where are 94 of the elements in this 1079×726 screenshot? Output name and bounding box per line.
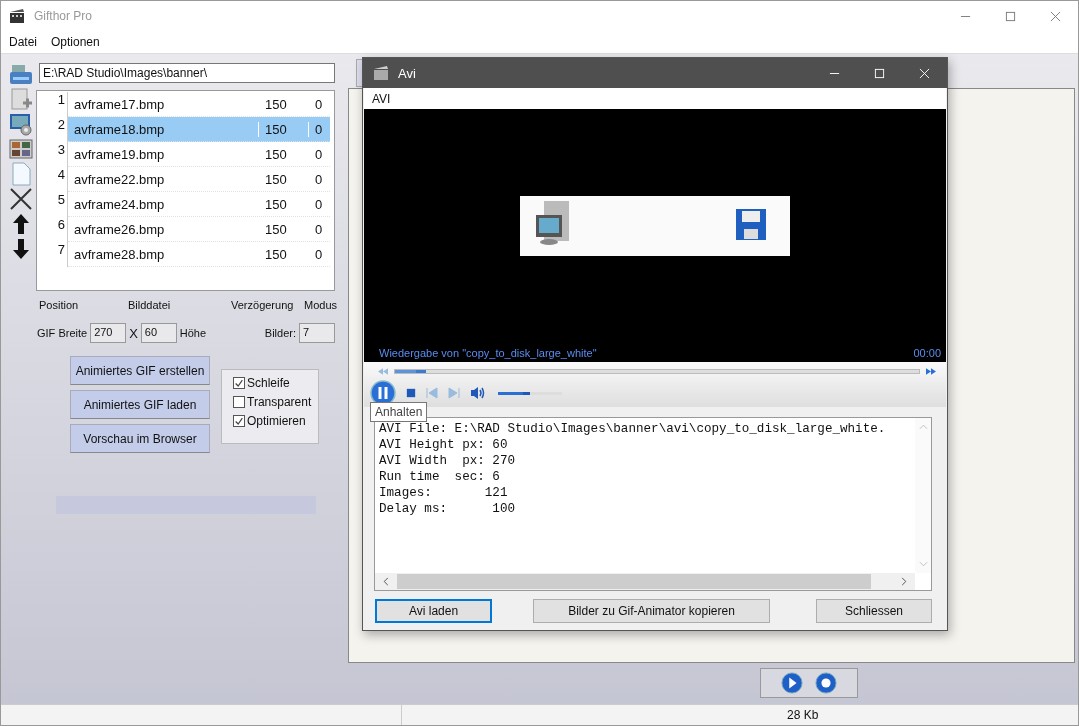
scroll-right-icon[interactable] — [901, 577, 907, 586]
seek-bar[interactable] — [394, 368, 920, 374]
dialog-button[interactable]: Avi laden — [375, 599, 492, 623]
checkbox[interactable] — [233, 396, 245, 408]
play-icon[interactable] — [781, 672, 803, 694]
table-cell-text: avframe17.bmp — [73, 96, 166, 112]
position-number: 6 — [37, 217, 68, 242]
table-cell-text: 150 — [264, 96, 288, 112]
table-cell: 0 — [308, 121, 330, 137]
info-text-area[interactable]: AVI File: E:\RAD Studio\Images\banner\avi\copy_to_disk_large_white. AVI Height px: 60 AVI Width px: 270 Run time sec: 6 Images: 121 Delay ms: 100 — [374, 417, 932, 591]
table-cell-text: avframe26.bmp — [73, 221, 166, 237]
table-cell: 150 — [258, 121, 308, 137]
table-cell-text: 150 — [264, 246, 288, 262]
column-label: Modus — [304, 299, 338, 311]
checkbox[interactable] — [233, 415, 245, 427]
settings-monitor-icon[interactable] — [9, 112, 33, 136]
info-line: AVI Height px: 60 — [379, 437, 508, 453]
dialog-button[interactable]: Schliessen — [816, 599, 932, 623]
table-cell-text: 0 — [314, 246, 324, 262]
width-field[interactable]: 270 — [90, 323, 127, 343]
action-button[interactable]: Animiertes GIF erstellen — [70, 356, 210, 385]
frame-row[interactable]: avframe26.bmp 150 0 — [68, 217, 330, 242]
images-field[interactable]: 7 — [299, 323, 335, 343]
menu-item[interactable]: AVI — [372, 91, 391, 106]
file-size: 28 Kb — [787, 708, 819, 722]
volume-slider[interactable] — [498, 391, 562, 395]
info-line: Delay ms: 100 — [379, 501, 516, 517]
checkbox[interactable] — [233, 377, 245, 389]
app-icon — [373, 65, 389, 81]
seek-thumb[interactable] — [395, 369, 427, 373]
times-sign: X — [129, 325, 138, 341]
elapsed-time: 00:00 — [913, 347, 941, 359]
menu-item[interactable]: Datei — [9, 35, 37, 49]
scroll-left-icon[interactable] — [383, 577, 389, 586]
frame-row[interactable]: avframe24.bmp 150 0 — [68, 192, 330, 217]
position-number: 3 — [37, 142, 68, 167]
table-cell-text: 150 — [264, 171, 288, 187]
dialog-button[interactable]: Bilder zu Gif-Animator kopieren — [533, 599, 770, 623]
table-cell-text: 0 — [314, 196, 324, 212]
table-cell-text: 150 — [264, 146, 288, 162]
action-button[interactable]: Animiertes GIF laden — [70, 390, 210, 419]
fast-forward-icon[interactable] — [926, 367, 936, 375]
checkbox-label: Transparent — [247, 395, 312, 409]
tooltip: Anhalten — [370, 402, 428, 422]
height-field[interactable]: 60 — [140, 323, 177, 343]
field-label: Höhe — [179, 327, 207, 339]
table-cell-text: 150 — [264, 196, 288, 212]
info-line: AVI Width px: 270 — [379, 453, 516, 469]
path-field[interactable]: E:\RAD Studio\Images\banner\ — [39, 63, 335, 83]
checkbox-label: Schleife — [247, 376, 290, 390]
app-icon — [9, 8, 25, 24]
field-label: Bilder: — [264, 327, 296, 339]
menu-item[interactable]: Optionen — [51, 35, 100, 49]
table-cell-text: 0 — [314, 171, 324, 187]
dialog-title: Avi — [398, 65, 416, 81]
volume-icon[interactable] — [470, 386, 486, 400]
window-title: Gifthor Pro — [34, 9, 93, 23]
scanner-icon[interactable] — [9, 62, 33, 86]
position-number: 4 — [37, 167, 68, 192]
info-line: Images: 121 — [379, 485, 508, 501]
table-cell-text: avframe22.bmp — [73, 171, 166, 187]
delete-icon[interactable] — [9, 187, 33, 211]
table-cell-text: avframe18.bmp — [73, 121, 166, 137]
info-line: AVI File: E:\RAD Studio\Images\banner\avi\copy_to_disk_large_white. — [379, 421, 886, 437]
frame-row[interactable]: avframe19.bmp 150 0 — [68, 142, 330, 167]
checkbox-label: Optimieren — [247, 414, 306, 428]
stop-icon[interactable] — [815, 672, 837, 694]
column-label: Bilddatei — [128, 299, 171, 311]
info-line: Run time sec: 6 — [379, 469, 500, 485]
image-grid-icon[interactable] — [9, 137, 33, 161]
table-cell-text: avframe19.bmp — [73, 146, 166, 162]
position-number: 5 — [37, 192, 68, 217]
scroll-thumb[interactable] — [397, 574, 871, 589]
position-number: 7 — [37, 242, 68, 267]
column-label: Verzögerung — [231, 299, 294, 311]
now-playing-caption: Wiedergabe von "copy_to_disk_large_white" — [379, 347, 597, 359]
frame-list[interactable]: 1 avframe17.bmp 150 0 2 avframe18.bmp 150 0 3 avframe19.bmp 150 0 4 avframe22.bmp 150 0 5 avframe24.bmp 150 0 6 avframe26.bmp 150 0 7 avframe28.bmp 150 0 — [36, 90, 335, 291]
table-cell-text: 0 — [314, 221, 324, 237]
column-label: Position — [39, 299, 79, 311]
table-cell-text: avframe28.bmp — [73, 246, 166, 262]
table-cell-text: 0 — [314, 146, 324, 162]
add-frame-icon[interactable] — [9, 87, 33, 111]
table-cell-text: 150 — [264, 221, 288, 237]
frame-row[interactable]: avframe22.bmp 150 0 — [68, 167, 330, 192]
frame-row[interactable]: avframe28.bmp 150 0 — [68, 242, 330, 267]
action-button[interactable]: Vorschau im Browser — [70, 424, 210, 453]
table-cell-text: avframe24.bmp — [73, 196, 166, 212]
stop-icon[interactable] — [406, 388, 416, 398]
frame-row[interactable]: avframe18.bmp 150 0 — [68, 117, 330, 142]
table-cell-text: 0 — [314, 96, 324, 112]
volume-thumb[interactable] — [498, 391, 530, 395]
field-label: GIF Breite — [37, 327, 88, 339]
horizontal-scrollbar[interactable] — [375, 573, 915, 590]
position-number: 1 — [37, 92, 68, 117]
